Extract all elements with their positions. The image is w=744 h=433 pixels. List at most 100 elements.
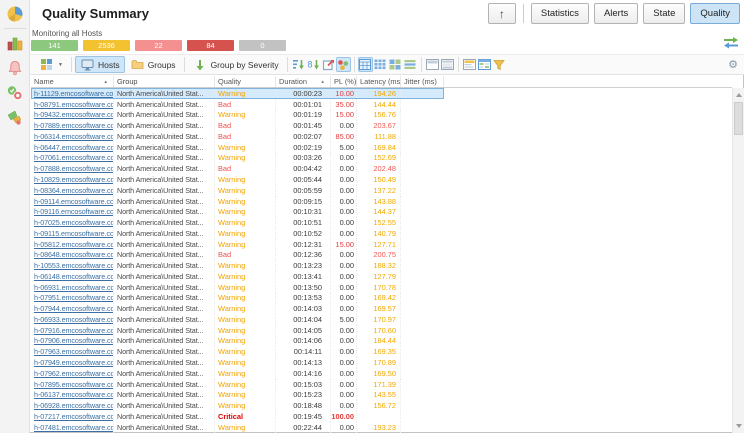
statistics-bars-icon[interactable] (4, 32, 26, 54)
host-link[interactable]: h-07895.emcosoftware.com (34, 380, 114, 389)
panel-rows-icon[interactable] (440, 57, 455, 72)
host-link[interactable]: h-08648.emcosoftware.com (34, 250, 114, 259)
host-link[interactable]: h-10829.emcosoftware.com (34, 175, 114, 184)
groups-toggle-button[interactable]: Groups (125, 56, 181, 73)
column-header-duration[interactable]: Duration ▲ (276, 76, 331, 87)
host-link[interactable]: h-07962.emcosoftware.com (34, 369, 114, 378)
table-row[interactable]: h-06931.emcosoftware.comNorth America\Un… (31, 282, 444, 293)
table-row[interactable]: h-06148.emcosoftware.comNorth America\Un… (31, 271, 444, 282)
severity-colors-toggle-icon[interactable] (336, 57, 351, 72)
table-row[interactable]: h-07889.emcosoftware.comNorth America\Un… (31, 120, 444, 131)
host-link[interactable]: h-07217.emcosoftware.com (34, 412, 114, 421)
alerts-bell-icon[interactable] (4, 57, 26, 79)
table-row[interactable]: h-07481.emcosoftware.comNorth America\Un… (31, 422, 444, 433)
host-link[interactable]: h-08364.emcosoftware.com (34, 186, 114, 195)
view-button-statistics[interactable]: Statistics (531, 3, 589, 24)
filter-funnel-icon[interactable] (492, 57, 507, 72)
view-tiles-icon[interactable] (388, 57, 403, 72)
host-link[interactable]: h-06933.emcosoftware.com (34, 315, 114, 324)
host-link[interactable]: h-06447.emcosoftware.com (34, 143, 114, 152)
table-row[interactable]: h-09432.emcosoftware.comNorth America\Un… (31, 110, 444, 121)
column-header-pl[interactable]: PL (%) (331, 76, 357, 87)
table-row[interactable]: h-07061.emcosoftware.comNorth America\Un… (31, 153, 444, 164)
table-row[interactable]: h-08364.emcosoftware.comNorth America\Un… (31, 185, 444, 196)
table-row[interactable]: h-06447.emcosoftware.comNorth America\Un… (31, 142, 444, 153)
table-row[interactable]: h-10829.emcosoftware.comNorth America\Un… (31, 174, 444, 185)
settings-gear-icon[interactable]: ⚙ (728, 58, 738, 73)
host-link[interactable]: h-07916.emcosoftware.com (34, 326, 114, 335)
host-link[interactable]: h-07944.emcosoftware.com (34, 304, 114, 313)
scrollbar-thumb[interactable] (734, 102, 743, 135)
sort-numeric-icon[interactable]: 8 (306, 57, 321, 72)
table-row[interactable]: h-09114.emcosoftware.comNorth America\Un… (31, 196, 444, 207)
column-header-quality[interactable]: Quality (215, 76, 276, 87)
swap-arrows-icon[interactable] (723, 36, 739, 49)
host-link[interactable]: h-09114.emcosoftware.com (34, 197, 114, 206)
state-circles-icon[interactable] (4, 82, 26, 104)
table-row[interactable]: h-07944.emcosoftware.comNorth America\Un… (31, 303, 444, 314)
column-header-jitter[interactable]: Jitter (ms) (401, 76, 444, 87)
table-row[interactable]: h-07963.emcosoftware.comNorth America\Un… (31, 346, 444, 357)
scroll-down-icon[interactable] (736, 424, 742, 428)
host-link[interactable]: h-07061.emcosoftware.com (34, 153, 114, 162)
host-link[interactable]: h-07951.emcosoftware.com (34, 293, 114, 302)
view-button-quality[interactable]: Quality (690, 3, 740, 24)
sort-ascending-icon[interactable] (291, 57, 306, 72)
table-row[interactable]: h-07962.emcosoftware.comNorth America\Un… (31, 368, 444, 379)
view-button-state[interactable]: State (643, 3, 685, 24)
table-row[interactable]: h-07895.emcosoftware.comNorth America\Un… (31, 379, 444, 390)
host-link[interactable]: h-07949.emcosoftware.com (34, 358, 114, 367)
column-header-group[interactable]: Group (114, 76, 215, 87)
host-link[interactable]: h-07025.emcosoftware.com (34, 218, 114, 227)
scroll-up-icon[interactable] (736, 93, 742, 97)
view-table-icon[interactable] (358, 57, 373, 72)
host-link[interactable]: h-07889.emcosoftware.com (34, 121, 114, 130)
view-small-tiles-icon[interactable] (373, 57, 388, 72)
table-row[interactable]: h-07025.emcosoftware.comNorth America\Un… (31, 217, 444, 228)
customize-darts-icon[interactable] (4, 107, 26, 129)
host-link[interactable]: h-07906.emcosoftware.com (34, 336, 114, 345)
host-link[interactable]: h-10553.emcosoftware.com (34, 261, 114, 270)
table-row[interactable]: h-10553.emcosoftware.comNorth America\Un… (31, 260, 444, 271)
collapse-up-button[interactable]: ↑ (488, 3, 516, 24)
panel-top-icon[interactable] (425, 57, 440, 72)
table-row[interactable]: h-07217.emcosoftware.comNorth America\Un… (31, 411, 444, 422)
table-row[interactable]: h-09115.emcosoftware.comNorth America\Un… (31, 228, 444, 239)
hosts-toggle-button[interactable]: Hosts (75, 56, 125, 73)
host-link[interactable]: h-09115.emcosoftware.com (34, 229, 114, 238)
column-header-latency[interactable]: Latency (ms) (357, 76, 401, 87)
table-row[interactable]: h-06314.emcosoftware.comNorth America\Un… (31, 131, 444, 142)
table-row[interactable]: h-06137.emcosoftware.comNorth America\Un… (31, 389, 444, 400)
table-colored-icon[interactable] (477, 57, 492, 72)
view-list-icon[interactable] (403, 57, 418, 72)
quality-pie-icon[interactable] (4, 3, 26, 25)
host-link[interactable]: h-07481.emcosoftware.com (34, 423, 114, 432)
host-link[interactable]: h-09116.emcosoftware.com (34, 207, 114, 216)
table-row[interactable]: h-06933.emcosoftware.comNorth America\Un… (31, 314, 444, 325)
table-row[interactable]: h-07949.emcosoftware.comNorth America\Un… (31, 357, 444, 368)
table-row[interactable]: h-06928.emcosoftware.comNorth America\Un… (31, 400, 444, 411)
vertical-scrollbar[interactable] (732, 88, 744, 433)
host-link[interactable]: h-07963.emcosoftware.com (34, 347, 114, 356)
table-row[interactable]: h-07951.emcosoftware.comNorth America\Un… (31, 293, 444, 304)
host-link[interactable]: h-08791.emcosoftware.com (34, 100, 114, 109)
table-row[interactable]: h-11129.emcosoftware.comNorth America\Un… (31, 88, 444, 99)
table-row[interactable]: h-08791.emcosoftware.comNorth America\Un… (31, 99, 444, 110)
table-row[interactable]: h-07916.emcosoftware.comNorth America\Un… (31, 325, 444, 336)
table-row[interactable]: h-05812.emcosoftware.comNorth America\Un… (31, 239, 444, 250)
host-link[interactable]: h-07888.emcosoftware.com (34, 164, 114, 173)
view-button-alerts[interactable]: Alerts (594, 3, 638, 24)
open-in-window-icon[interactable] (321, 57, 336, 72)
card-header-icon[interactable] (462, 57, 477, 72)
host-link[interactable]: h-05812.emcosoftware.com (34, 240, 114, 249)
host-link[interactable]: h-06931.emcosoftware.com (34, 283, 114, 292)
host-link[interactable]: h-09432.emcosoftware.com (34, 110, 114, 119)
host-link[interactable]: h-06314.emcosoftware.com (34, 132, 114, 141)
host-link[interactable]: h-06137.emcosoftware.com (34, 390, 114, 399)
host-link[interactable]: h-06148.emcosoftware.com (34, 272, 114, 281)
view-selector-dropdown[interactable]: ▼ (34, 56, 68, 73)
table-row[interactable]: h-08648.emcosoftware.comNorth America\Un… (31, 249, 444, 260)
table-row[interactable]: h-09116.emcosoftware.comNorth America\Un… (31, 206, 444, 217)
host-link[interactable]: h-06928.emcosoftware.com (34, 401, 114, 410)
group-by-severity-button[interactable]: Group by Severity (188, 56, 284, 73)
